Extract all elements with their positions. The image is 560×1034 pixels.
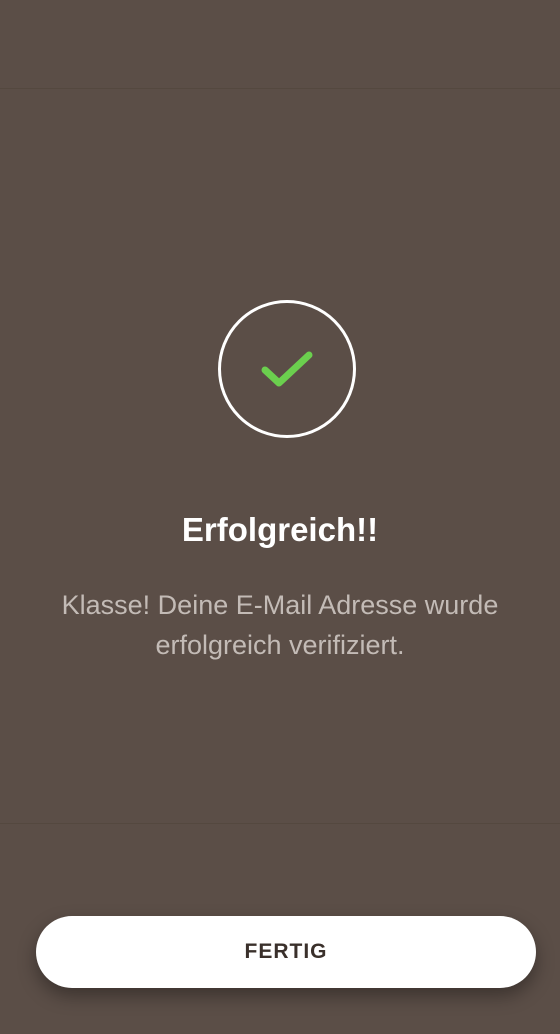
success-title: Erfolgreich!! xyxy=(181,511,379,548)
done-button[interactable]: FERTIG xyxy=(36,916,536,988)
top-bar xyxy=(0,0,560,88)
verification-success-screen: Erfolgreich!! Klasse! Deine E-Mail Adres… xyxy=(0,0,560,1034)
success-message: Klasse! Deine E-Mail Adresse wurde erfol… xyxy=(61,590,499,660)
top-divider xyxy=(0,88,560,89)
checkmark-icon xyxy=(261,351,313,387)
success-circle xyxy=(218,300,356,438)
bottom-divider xyxy=(0,823,560,824)
